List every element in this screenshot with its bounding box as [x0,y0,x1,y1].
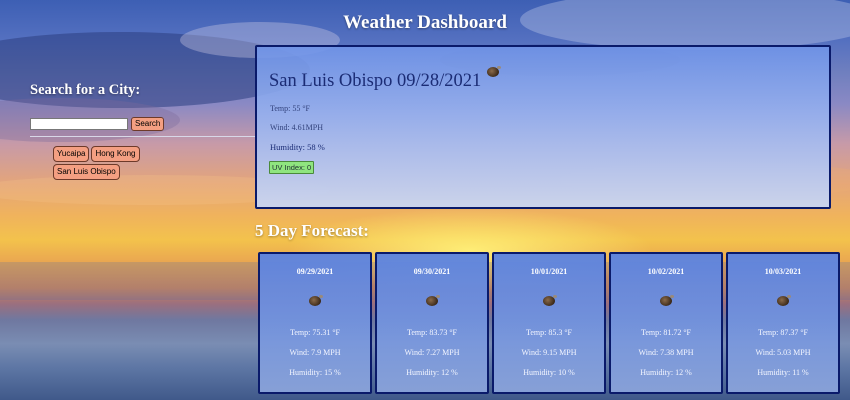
forecast-temp: Temp: 87.37 °F [758,328,808,337]
forecast-date: 09/30/2021 [413,267,451,276]
forecast-temp: Temp: 83.73 °F [407,328,457,337]
page-title: Weather Dashboard [343,12,507,33]
divider [30,136,255,137]
forecast-wind: Wind: 7.38 MPH [638,348,694,357]
weather-icon [309,295,323,306]
uv-index-badge: UV Index: 0 [269,161,315,174]
forecast-card: 10/01/2021 Temp: 85.3 °F Wind: 9.15 MPH … [492,252,606,394]
forecast-card: 10/02/2021 Temp: 81.72 °F Wind: 7.38 MPH… [609,252,723,394]
forecast-card: 10/03/2021 Temp: 87.37 °F Wind: 5.03 MPH… [726,252,840,394]
city-search-input[interactable] [30,118,128,130]
history-button-hong-kong[interactable]: Hong Kong [91,146,140,162]
weather-icon [660,295,674,306]
forecast-humidity: Humidity: 15 % [289,368,341,377]
forecast-humidity: Humidity: 11 % [757,368,809,377]
search-history: Yucaipa Hong Kong San Luis Obispo [53,146,193,180]
forecast-humidity: Humidity: 12 % [640,368,692,377]
forecast-date: 10/03/2021 [764,267,802,276]
forecast-date: 09/29/2021 [296,267,334,276]
forecast-heading: 5 Day Forecast: [255,221,369,240]
forecast-humidity: Humidity: 10 % [523,368,575,377]
forecast-wind: Wind: 7.27 MPH [404,348,460,357]
weather-icon [487,66,501,77]
forecast-temp: Temp: 81.72 °F [641,328,691,337]
history-button-yucaipa[interactable]: Yucaipa [53,146,90,162]
current-humidity: Humidity: 58 % [270,142,325,152]
weather-icon [777,295,791,306]
weather-icon [543,295,557,306]
search-panel: Search for a City: Search Yucaipa Hong K… [30,82,255,180]
history-button-san-luis-obispo[interactable]: San Luis Obispo [53,164,120,180]
forecast-date: 10/02/2021 [647,267,685,276]
current-city-date: San Luis Obispo 09/28/2021 [269,71,482,91]
forecast-temp: Temp: 85.3 °F [526,328,572,337]
forecast-humidity: Humidity: 12 % [406,368,458,377]
search-button[interactable]: Search [131,117,165,131]
search-heading: Search for a City: [30,82,141,98]
forecast-card: 09/30/2021 Temp: 83.73 °F Wind: 7.27 MPH… [375,252,489,394]
forecast-temp: Temp: 75.31 °F [290,328,340,337]
current-temp: Temp: 55 °F [270,104,310,113]
current-weather-panel: San Luis Obispo 09/28/2021 Temp: 55 °F W… [255,45,831,209]
current-wind: Wind: 4.61MPH [270,123,324,132]
forecast-date: 10/01/2021 [530,267,568,276]
weather-icon [426,295,440,306]
forecast-card: 09/29/2021 Temp: 75.31 °F Wind: 7.9 MPH … [258,252,372,394]
forecast-wind: Wind: 9.15 MPH [521,348,577,357]
forecast-wind: Wind: 5.03 MPH [755,348,811,357]
forecast-wind: Wind: 7.9 MPH [289,348,341,357]
search-row: Search [30,117,255,131]
